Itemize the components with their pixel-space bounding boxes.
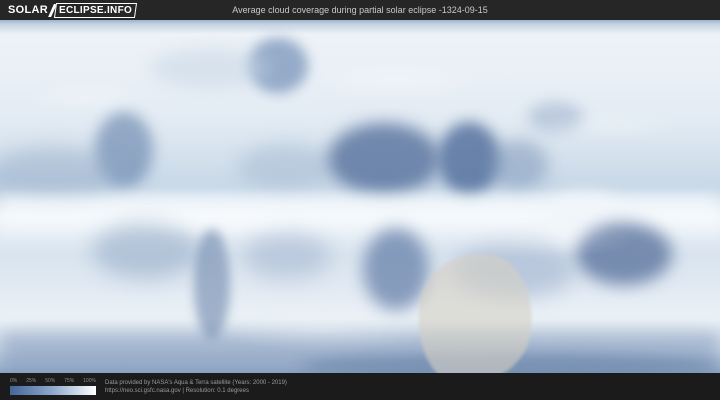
logo-text-solar: SOLAR [8,4,48,16]
attribution-line-1: Data provided by NASA's Aqua & Terra sat… [105,380,287,386]
cloud-coverage-map [0,20,720,373]
legend-tick: 0% [10,378,18,384]
legend-tick-labels: 0% 25% 50% 75% 100% [10,378,96,384]
site-logo[interactable]: SOLAR ECLIPSE.INFO [8,2,138,18]
logo-text-eclipse-info: ECLIPSE.INFO [59,4,133,16]
logo-box: ECLIPSE.INFO [53,2,138,18]
legend-tick: 50% [45,378,56,384]
attribution-line-2[interactable]: https://neo.sci.gsfc.nasa.gov | Resoluti… [105,387,287,395]
cloud-texture [0,20,720,373]
legend-colorbar [10,386,96,395]
top-bar: SOLAR ECLIPSE.INFO Average cloud coverag… [0,0,720,20]
cloud-coverage-legend: 0% 25% 50% 75% 100% [10,378,96,395]
legend-tick: 25% [26,378,37,384]
legend-tick: 100% [83,378,96,384]
data-attribution: Data provided by NASA's Aqua & Terra sat… [105,379,287,395]
bottom-bar: 0% 25% 50% 75% 100% Data provided by NAS… [0,373,720,400]
legend-tick: 75% [64,378,75,384]
